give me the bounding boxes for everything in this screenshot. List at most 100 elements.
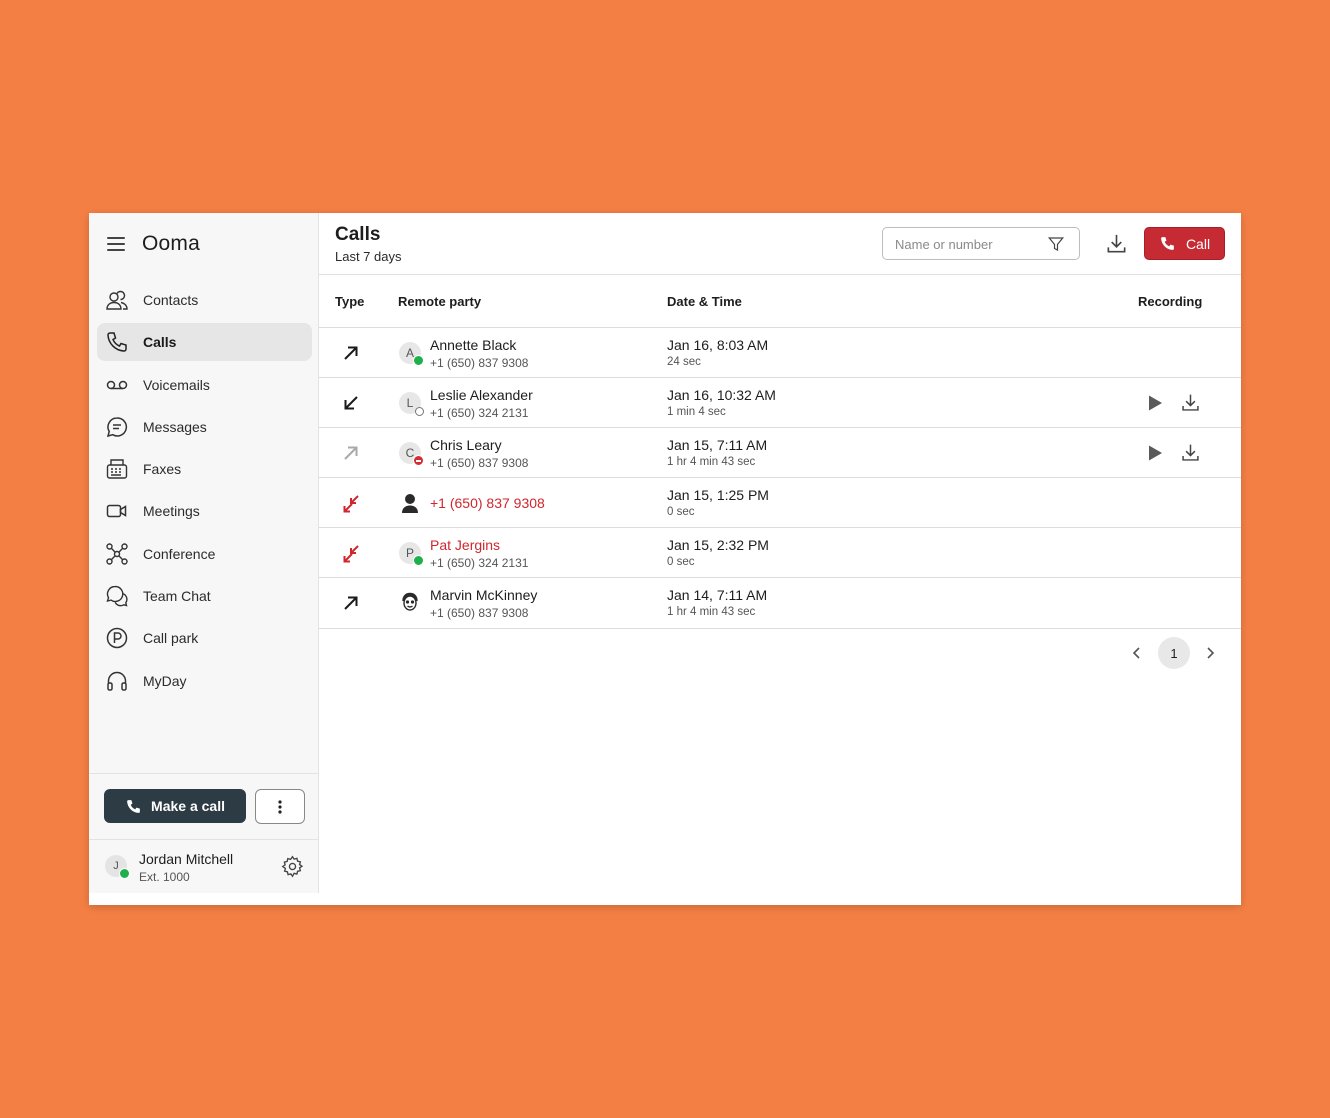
remote-party-number: +1 (650) 324 2131 (430, 406, 529, 420)
column-header-recording[interactable]: Recording (1138, 294, 1202, 309)
table-row[interactable]: L Leslie Alexander +1 (650) 324 2131 Jan… (319, 377, 1241, 428)
column-header-remote-party[interactable]: Remote party (398, 294, 481, 309)
missed-call-icon (343, 495, 359, 513)
avatar: P (399, 542, 424, 566)
chevron-right-icon[interactable] (1202, 645, 1218, 661)
sidebar-item-myday[interactable]: MyDay (97, 662, 312, 700)
divider (89, 773, 318, 774)
app-logo: Ooma (142, 232, 200, 255)
avatar: C (399, 442, 424, 466)
download-icon[interactable] (1105, 232, 1128, 255)
sidebar-item-conference[interactable]: Conference (97, 535, 312, 573)
search-field (882, 227, 1080, 260)
user-extension: Ext. 1000 (139, 870, 190, 884)
sidebar: Ooma Contacts Calls Voicemails Messages … (89, 213, 319, 893)
outgoing-call-icon (344, 596, 358, 610)
online-status-dot (413, 355, 424, 366)
sidebar-item-team-chat[interactable]: Team Chat (97, 577, 312, 615)
contacts-icon (104, 287, 130, 313)
filter-icon[interactable] (1047, 235, 1065, 253)
more-options-button[interactable] (255, 789, 305, 824)
call-duration: 0 sec (667, 506, 695, 518)
avatar: L (399, 392, 424, 416)
search-input[interactable] (893, 236, 1047, 253)
do-not-disturb-status-dot (413, 455, 424, 466)
column-header-date-time[interactable]: Date & Time (667, 294, 742, 309)
remote-party-number: +1 (650) 837 9308 (430, 356, 529, 370)
call-duration: 1 hr 4 min 43 sec (667, 606, 756, 618)
remote-party-name[interactable]: Pat Jergins (430, 537, 500, 553)
call-date: Jan 16, 10:32 AM (667, 387, 776, 403)
make-a-call-button[interactable]: Make a call (104, 789, 246, 823)
remote-party-name[interactable]: Marvin McKinney (430, 587, 537, 603)
table-row[interactable]: +1 (650) 837 9308 Jan 15, 1:25 PM 0 sec (319, 477, 1241, 528)
sidebar-item-call-park[interactable]: Call park (97, 619, 312, 657)
call-date: Jan 16, 8:03 AM (667, 337, 769, 353)
sidebar-item-meetings[interactable]: Meetings (97, 492, 312, 530)
gear-icon[interactable] (281, 855, 304, 878)
message-icon (104, 414, 130, 440)
call-date: Jan 15, 2:32 PM (667, 537, 769, 553)
column-header-type[interactable]: Type (335, 294, 364, 309)
avatar[interactable]: J (105, 855, 130, 879)
remote-party-number: +1 (650) 837 9308 (430, 456, 529, 470)
table-row[interactable]: A Annette Black +1 (650) 837 9308 Jan 16… (319, 327, 1241, 378)
unknown-person-icon (402, 494, 418, 513)
headset-icon (104, 668, 130, 694)
hamburger-menu-icon[interactable] (107, 237, 125, 251)
sidebar-item-label: Messages (143, 418, 207, 435)
parking-icon (104, 625, 130, 651)
phone-icon (127, 799, 140, 813)
app-window: Ooma Contacts Calls Voicemails Messages … (89, 213, 1241, 905)
page-number-button[interactable]: 1 (1158, 637, 1190, 669)
missed-call-icon (343, 545, 359, 563)
call-duration: 0 sec (667, 556, 695, 568)
sidebar-item-label: Contacts (143, 292, 199, 308)
person-photo-icon (402, 592, 418, 611)
chevron-left-icon[interactable] (1129, 645, 1145, 661)
remote-party-name[interactable]: Chris Leary (430, 437, 502, 453)
play-icon[interactable] (1145, 443, 1165, 463)
sidebar-item-label: MyDay (143, 672, 187, 689)
avatar: A (399, 342, 424, 366)
sidebar-item-label: Faxes (143, 461, 182, 478)
user-name: Jordan Mitchell (139, 851, 234, 867)
phone-icon (1161, 237, 1174, 250)
divider (89, 839, 318, 840)
call-button-label: Call (1185, 235, 1211, 252)
sidebar-item-voicemails[interactable]: Voicemails (97, 366, 312, 404)
incoming-call-icon (344, 396, 358, 410)
more-vertical-icon (278, 799, 282, 814)
voicemail-icon (104, 372, 130, 398)
remote-party-name[interactable]: Leslie Alexander (430, 387, 533, 403)
sidebar-item-label: Call park (143, 630, 199, 647)
table-row[interactable]: Marvin McKinney +1 (650) 837 9308 Jan 14… (319, 577, 1241, 629)
play-icon[interactable] (1145, 393, 1165, 413)
avatar-initial: J (113, 860, 119, 872)
phone-icon (104, 329, 130, 355)
remote-party-number: +1 (650) 837 9308 (430, 606, 529, 620)
call-date: Jan 14, 7:11 AM (667, 587, 768, 603)
call-date: Jan 15, 7:11 AM (667, 437, 768, 453)
download-icon[interactable] (1180, 442, 1201, 463)
outgoing-call-icon (344, 346, 358, 360)
brand-bar: Ooma (89, 213, 318, 275)
download-icon[interactable] (1180, 392, 1201, 413)
sidebar-item-contacts[interactable]: Contacts (97, 281, 312, 319)
call-button[interactable]: Call (1144, 227, 1225, 260)
remote-party-name[interactable]: Annette Black (430, 337, 516, 353)
conference-icon (104, 541, 130, 567)
avatar-initial: L (406, 396, 414, 410)
chat-bubbles-icon (104, 583, 130, 609)
make-a-call-label: Make a call (151, 798, 225, 814)
online-status-dot (119, 868, 130, 879)
sidebar-item-calls[interactable]: Calls (97, 323, 312, 362)
sidebar-item-label: Conference (143, 545, 216, 562)
remote-party-number[interactable]: +1 (650) 837 9308 (430, 495, 545, 511)
sidebar-item-label: Team Chat (143, 588, 211, 605)
table-row[interactable]: P Pat Jergins +1 (650) 324 2131 Jan 15, … (319, 527, 1241, 578)
sidebar-item-messages[interactable]: Messages (97, 408, 312, 446)
sidebar-item-faxes[interactable]: Faxes (97, 450, 312, 488)
table-row[interactable]: C Chris Leary +1 (650) 837 9308 Jan 15, … (319, 427, 1241, 478)
page-subtitle: Last 7 days (335, 249, 402, 264)
